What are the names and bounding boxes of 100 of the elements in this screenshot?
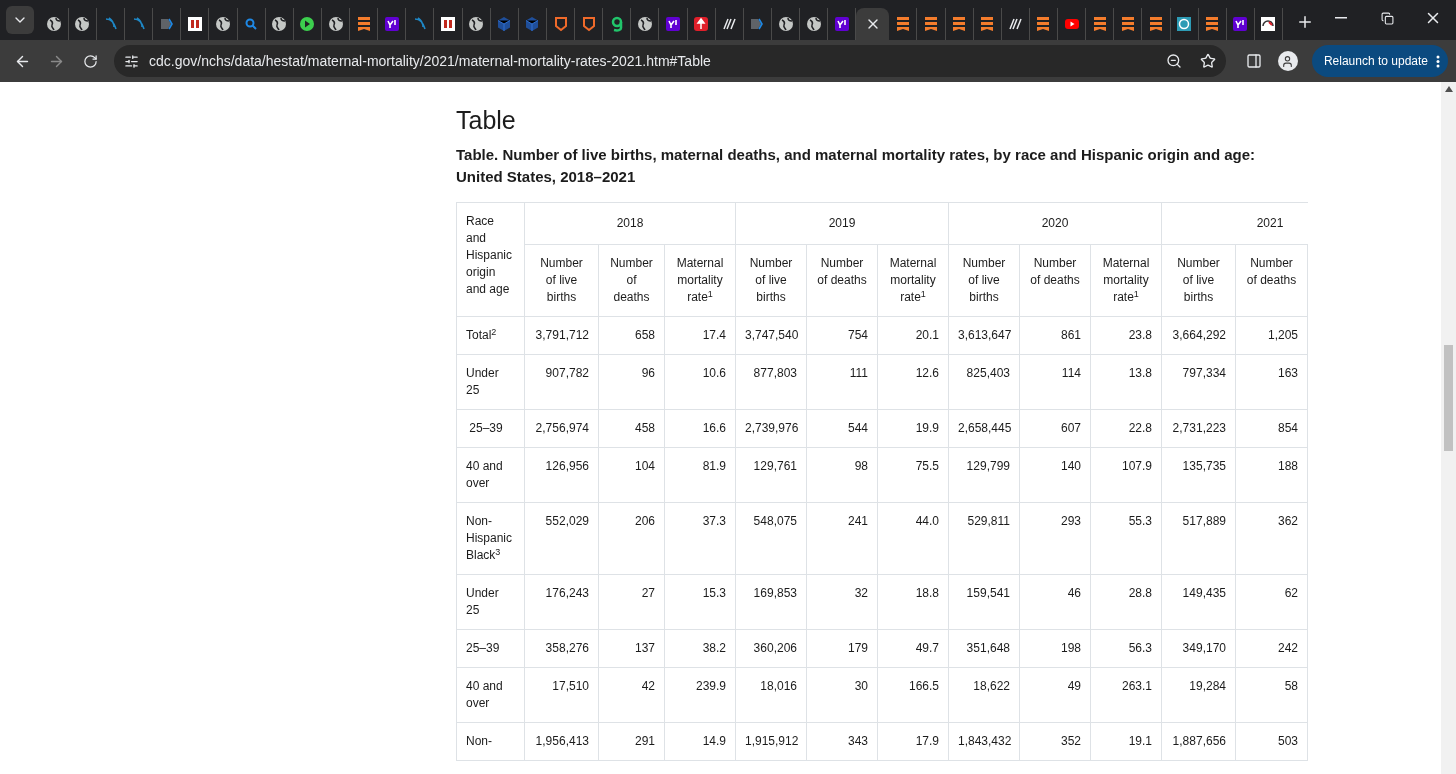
logo-icon: [1176, 16, 1193, 32]
column-header: Maternal mortality rate$^{1}$: [1090, 244, 1162, 317]
table-cell: 2,658,445: [948, 409, 1020, 448]
scroll-up-icon[interactable]: [1444, 86, 1453, 92]
table-cell: 1,205: [1235, 316, 1308, 355]
side-panel-icon[interactable]: [1245, 53, 1262, 69]
table-cell: 129,761: [735, 447, 807, 503]
column-header: Number of live births: [735, 244, 807, 317]
table-cell: 81.9: [664, 447, 736, 503]
logo-icon: [186, 16, 203, 32]
logo-icon: [665, 16, 681, 32]
column-header: Number of live births: [524, 244, 599, 317]
row-label: Non-Hispanic Black$^{3}$: [456, 502, 525, 575]
table-cell: 13.8: [1090, 354, 1162, 410]
table-cell: 17.9: [877, 722, 949, 761]
table-cell: 548,075: [735, 502, 807, 575]
scrollbar-thumb[interactable]: [1444, 345, 1453, 451]
table-cell: 58: [1235, 667, 1308, 723]
row-label: Under 25: [456, 354, 525, 410]
table-cell: 19.9: [877, 409, 949, 448]
play-icon: [299, 16, 316, 32]
bookmark-star-icon[interactable]: [1199, 53, 1216, 69]
more-icon: [1436, 54, 1440, 68]
table-cell: 30: [806, 667, 878, 723]
table-cell: 44.0: [877, 502, 949, 575]
site-settings-icon[interactable]: [124, 53, 139, 69]
globe-icon: [777, 16, 794, 32]
column-header: Number of deaths: [1019, 244, 1091, 317]
table-cell: 111: [806, 354, 878, 410]
globe-icon: [327, 16, 344, 32]
table-cell: 137: [598, 629, 665, 668]
row-label: 40 and over: [456, 667, 525, 723]
globe-icon: [46, 16, 63, 32]
relaunch-button[interactable]: Relaunch to update: [1311, 45, 1448, 77]
year-header: 2019: [735, 202, 949, 245]
globe-icon: [468, 16, 485, 32]
section-heading: Table: [456, 105, 517, 136]
chevron-icon: [158, 16, 175, 32]
bookmark-icon: [894, 16, 911, 32]
row-label: 40 and over: [456, 447, 525, 503]
table-cell: 349,170: [1161, 629, 1236, 668]
row-label: Total$^{2}$: [456, 316, 525, 355]
table-cell: 32: [806, 574, 878, 630]
table-cell: 854: [1235, 409, 1308, 448]
table-cell: 96: [598, 354, 665, 410]
table-cell: 62: [1235, 574, 1308, 630]
bookmark-icon: [1091, 16, 1108, 32]
minimize-icon: [1335, 17, 1348, 19]
table-cell: 3,664,292: [1161, 316, 1236, 355]
bookmark-icon: [951, 16, 968, 32]
row-label: 25–39: [456, 409, 525, 448]
table-cell: 1,843,432: [948, 722, 1020, 761]
table-cell: 15.3: [664, 574, 736, 630]
table-cell: 179: [806, 629, 878, 668]
column-header: Maternal mortality rate$^{1}$: [877, 244, 949, 317]
table-cell: 343: [806, 722, 878, 761]
table-cell: 3,791,712: [524, 316, 599, 355]
globe-icon: [636, 16, 653, 32]
table-cell: 38.2: [664, 629, 736, 668]
table-cell: 263.1: [1090, 667, 1162, 723]
pin-icon: [693, 16, 710, 32]
table-cell: 55.3: [1090, 502, 1162, 575]
table-cell: 907,782: [524, 354, 599, 410]
scrollbar[interactable]: [1441, 82, 1456, 774]
table-cell: 19.1: [1090, 722, 1162, 761]
table-cell: 17,510: [524, 667, 599, 723]
column-header: Number of deaths: [806, 244, 878, 317]
table-cell: 2,756,974: [524, 409, 599, 448]
table-cell: 861: [1019, 316, 1091, 355]
table-cell: 352: [1019, 722, 1091, 761]
table-cell: 12.6: [877, 354, 949, 410]
table-cell: 75.5: [877, 447, 949, 503]
table-cell: 17.4: [664, 316, 736, 355]
column-header: Number of deaths: [598, 244, 665, 317]
globe-icon: [805, 16, 822, 32]
table-cell: 20.1: [877, 316, 949, 355]
table-cell: 49.7: [877, 629, 949, 668]
row-label: 25–39: [456, 629, 525, 668]
table-cell: 19,284: [1161, 667, 1236, 723]
logo-icon: [383, 16, 400, 32]
table-cell: 18,622: [948, 667, 1020, 723]
table-cell: 293: [1019, 502, 1091, 575]
table-cell: 27: [598, 574, 665, 630]
chevron-icon: [749, 16, 766, 32]
table-cell: 1,887,656: [1161, 722, 1236, 761]
table-cell: 797,334: [1161, 354, 1236, 410]
logo-icon: [1232, 16, 1249, 32]
zoom-icon[interactable]: [1165, 53, 1182, 69]
address-bar[interactable]: cdc.gov/nchs/data/hestat/maternal-mortality/2021/maternal-mortality-rates-2021.htm#Table: [114, 45, 1226, 77]
table-cell: 169,853: [735, 574, 807, 630]
table-cell: 14.9: [664, 722, 736, 761]
table-cell: 3,747,540: [735, 316, 807, 355]
year-header: 2021: [1161, 202, 1308, 245]
table-cell: 503: [1235, 722, 1308, 761]
table-cell: 198: [1019, 629, 1091, 668]
shield-icon: [580, 16, 597, 32]
table-cell: 825,403: [948, 354, 1020, 410]
table-cell: 358,276: [524, 629, 599, 668]
profile-icon[interactable]: [1277, 51, 1298, 71]
tab-search-button[interactable]: [6, 6, 35, 34]
